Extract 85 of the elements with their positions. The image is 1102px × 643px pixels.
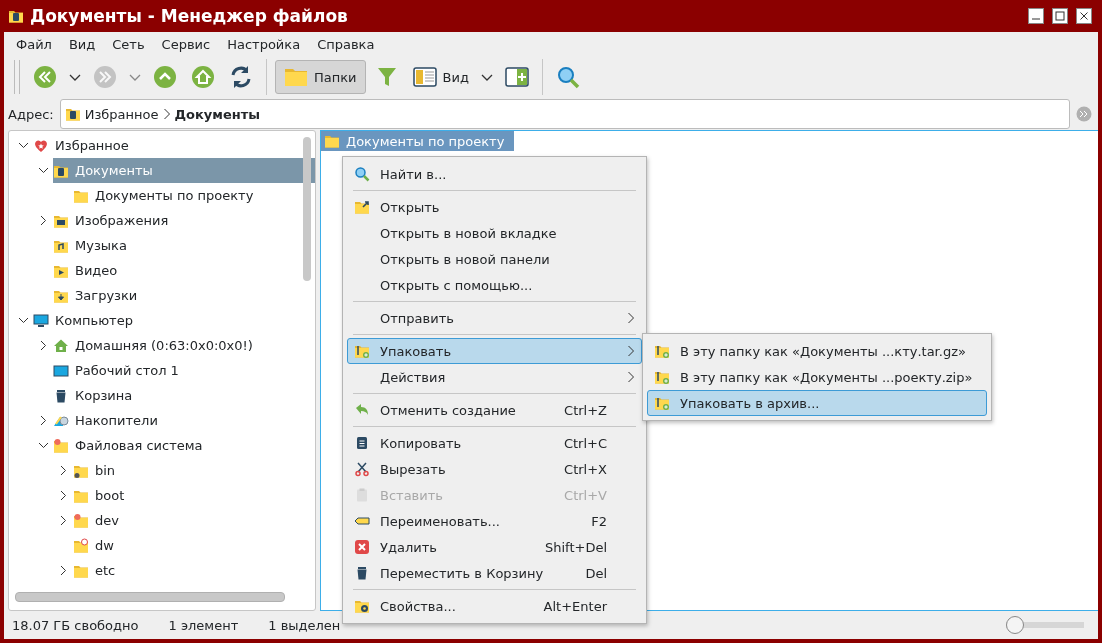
search-icon — [354, 166, 370, 182]
menu-item[interactable]: В эту папку как «Документы ...кту.tar.gz» — [647, 338, 987, 364]
menu-item[interactable]: В эту папку как «Документы ...роекту.zip» — [647, 364, 987, 390]
home-icon — [53, 337, 69, 354]
folder-icon — [53, 437, 69, 454]
tree-item[interactable]: Корзина — [53, 383, 315, 408]
split-panel-icon — [504, 65, 529, 89]
item-count-text: 1 элемент — [168, 617, 239, 633]
tree-item[interactable]: Загрузки — [53, 283, 315, 308]
tree-item[interactable]: dev — [73, 508, 315, 533]
menu-bar-item[interactable]: Вид — [62, 36, 107, 52]
tree-item[interactable]: Рабочий стол 1 — [53, 358, 315, 383]
clipboard-icon — [354, 487, 370, 503]
tree-item[interactable]: Избранное — [33, 133, 315, 158]
tree-item[interactable]: Музыка — [53, 233, 315, 258]
archive-folder-icon — [654, 343, 670, 359]
tree-item[interactable]: Документы по проекту — [73, 183, 315, 208]
breadcrumb-separator-icon — [162, 108, 171, 120]
slider-thumb[interactable] — [1006, 616, 1024, 634]
home-icon — [191, 65, 215, 89]
folder-icon — [73, 537, 89, 554]
folder-icon — [324, 133, 340, 149]
open-folder-icon — [354, 199, 370, 215]
breadcrumb[interactable]: Документы — [174, 106, 261, 122]
tree-item[interactable]: Домашняя (0:63:0x0:0x0!) — [53, 333, 315, 358]
monitor-icon — [33, 312, 49, 329]
menu-item[interactable]: Свойства... Alt+Enter — [347, 593, 642, 619]
tree-item[interactable]: Изображения — [53, 208, 315, 233]
menu-item[interactable]: Открыть с помощью... — [347, 272, 642, 298]
tree-item[interactable]: Файловая система — [53, 433, 315, 458]
menu-item[interactable]: Отправить — [347, 305, 642, 331]
properties-icon — [354, 598, 370, 614]
desktop-icon — [53, 362, 69, 379]
menu-bar-item[interactable]: Сеть — [106, 36, 156, 52]
heart-icon — [33, 137, 49, 154]
free-space-text: 18.07 ГБ свободно — [12, 617, 139, 633]
clear-icon[interactable] — [1076, 106, 1092, 122]
menu-item[interactable]: Открыть — [347, 194, 642, 220]
tree-item[interactable]: boot — [73, 483, 315, 508]
folder-icon — [73, 512, 89, 529]
menu-bar-item[interactable]: Справка — [311, 36, 386, 52]
search-icon — [555, 65, 580, 89]
tree-item[interactable]: Накопители — [53, 408, 315, 433]
archive-folder-icon — [654, 395, 670, 411]
menu-bar-item[interactable]: Файл — [10, 36, 63, 52]
document-folder-icon — [8, 8, 24, 24]
delete-icon — [354, 539, 370, 555]
view-button[interactable]: Вид — [407, 60, 474, 94]
tree-item[interactable]: bin — [73, 458, 315, 483]
tree-item[interactable]: Компьютер — [33, 308, 315, 333]
menu-item[interactable]: Копировать Ctrl+C — [347, 430, 642, 456]
minimize-icon[interactable] — [1028, 8, 1044, 24]
menu-item[interactable]: Упаковать — [347, 338, 642, 364]
tree-item[interactable]: Видео — [53, 258, 315, 283]
breadcrumb[interactable]: Избранное — [84, 106, 159, 122]
scissors-icon — [354, 461, 370, 477]
address-field[interactable]: Избранное Документы — [59, 99, 1070, 129]
menu-item[interactable]: Переименовать... F2 — [347, 508, 642, 534]
scrollbar[interactable] — [15, 592, 285, 602]
menu-item[interactable]: Найти в... — [347, 161, 642, 187]
menu-item[interactable]: Открыть в новой вкладке — [347, 220, 642, 246]
menu-bar-item[interactable]: Сервис — [155, 36, 222, 52]
menu-bar-item[interactable]: Настройка — [221, 36, 312, 52]
menu-item[interactable]: Действия — [347, 364, 642, 390]
tree-item[interactable]: dw — [73, 533, 315, 558]
document-folder-icon — [64, 106, 81, 122]
selection-count-text: 1 выделен — [268, 617, 341, 633]
reload-icon — [229, 65, 253, 89]
copy-icon — [354, 435, 370, 451]
tree-item[interactable]: etc — [73, 558, 315, 583]
menu-item[interactable]: Вырезать Ctrl+X — [347, 456, 642, 482]
menu-item[interactable]: Отменить создание Ctrl+Z — [347, 397, 642, 423]
maximize-icon[interactable] — [1052, 8, 1068, 24]
menu-item[interactable]: Переместить в Корзину Del — [347, 560, 642, 586]
menu-item[interactable]: Упаковать в архив... — [647, 390, 987, 416]
window-title: Документы - Менеджер файлов — [30, 6, 349, 26]
archive-folder-icon — [354, 343, 370, 359]
menu-item[interactable]: Удалить Shift+Del — [347, 534, 642, 560]
archive-folder-icon — [654, 369, 670, 385]
list-view-icon — [412, 65, 437, 89]
close-icon[interactable] — [1076, 8, 1092, 24]
menu-item[interactable]: Открыть в новой панели — [347, 246, 642, 272]
scrollbar[interactable] — [303, 137, 311, 281]
folders-button[interactable]: Папки — [275, 60, 366, 94]
address-label: Адрес: — [8, 106, 54, 122]
